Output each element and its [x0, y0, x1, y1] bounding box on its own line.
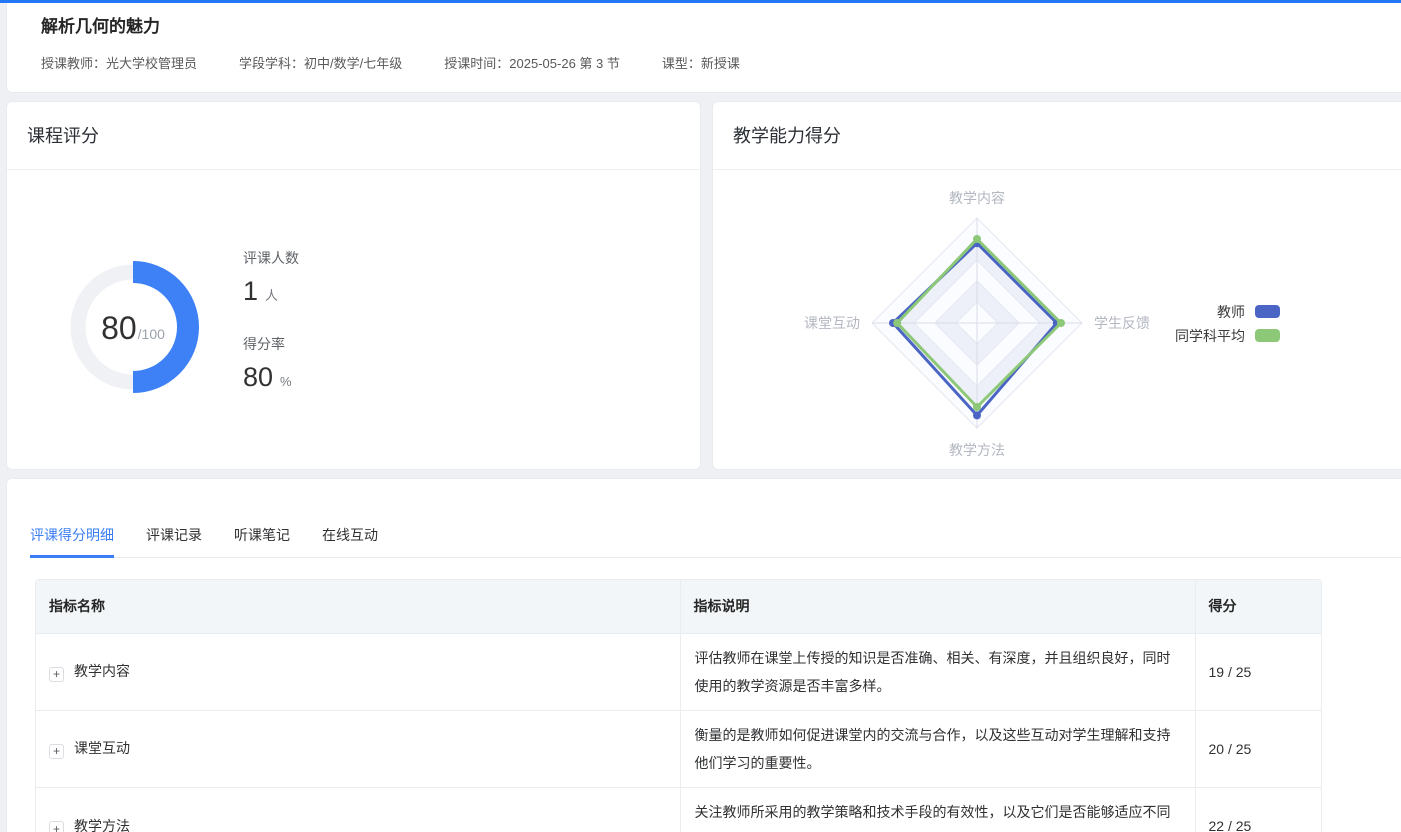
- page-title: 解析几何的魅力: [41, 12, 160, 37]
- score-stats: 评课人数 1人得分率 80%: [243, 248, 299, 396]
- teaching-ability-card: 教学能力得分 教学内容学生反馈教学方法 课堂互动 教师同学科平均: [712, 101, 1401, 470]
- radar-data-point: [973, 235, 981, 243]
- stat-suffix: %: [280, 374, 292, 389]
- tab-评课记录[interactable]: 评课记录: [146, 526, 202, 558]
- tab-bar: 评课得分明细评课记录听课笔记在线互动: [30, 526, 378, 558]
- meta-label: 授课时间：: [444, 56, 509, 71]
- meta-value: 新授课: [701, 56, 740, 71]
- course-score-card: 课程评分 80/100 评课人数 1人得分率 80%: [6, 101, 701, 470]
- column-header-score: 得分: [1195, 580, 1321, 633]
- indicator-score-cell: 19 / 25: [1195, 633, 1321, 710]
- table-row: + 课堂互动 衡量的是教师如何促进课堂内的交流与合作，以及这些互动对学生理解和支持他…: [36, 710, 1321, 787]
- stat-value: 80: [243, 362, 273, 393]
- radar-indicator-label: 学生反馈: [1094, 315, 1150, 331]
- legend-label: 教师: [1217, 302, 1245, 322]
- radar-legend: 教师同学科平均: [1175, 301, 1280, 346]
- column-header-indicator-name: 指标名称: [36, 580, 680, 633]
- radar-indicator-label: 教学方法: [949, 442, 1005, 458]
- stat-value-row: 80%: [243, 362, 299, 396]
- score-donut-chart: 80/100: [33, 227, 233, 427]
- radar-data-point: [973, 403, 981, 411]
- stat-label: 得分率: [243, 334, 299, 353]
- legend-label: 同学科平均: [1175, 326, 1245, 346]
- indicator-name: 教学内容: [74, 663, 130, 679]
- table-header-row: 指标名称 指标说明 得分: [36, 580, 1321, 633]
- detail-section-card: 评课得分明细评课记录听课笔记在线互动 指标名称 指标说明 得分 + 教学内容 评估教…: [6, 478, 1401, 832]
- expand-row-button[interactable]: +: [49, 744, 64, 759]
- meta-label: 学段学科：: [239, 56, 304, 71]
- course-header-card: 解析几何的魅力 授课教师：光大学校管理员 学段学科：初中/数学/七年级 授课时间：2…: [6, 3, 1401, 93]
- indicator-score-table: 指标名称 指标说明 得分 + 教学内容 评估教师在课堂上传授的知识是否准确、相关、有…: [35, 579, 1322, 832]
- indicator-name: 教学方法: [74, 818, 130, 832]
- legend-swatch: [1255, 305, 1280, 318]
- column-header-indicator-description: 指标说明: [680, 580, 1195, 633]
- radar-chart: 教学内容学生反馈教学方法 课堂互动: [713, 172, 1401, 471]
- course-meta-item: 授课时间：2025-05-26 第 3 节: [444, 53, 620, 72]
- meta-value: 光大学校管理员: [106, 56, 197, 71]
- course-meta-item: 课型：新授课: [662, 53, 740, 72]
- indicator-name-cell: + 教学方法: [36, 787, 680, 832]
- meta-value: 2025-05-26 第 3 节: [509, 56, 620, 71]
- course-meta-item: 学段学科：初中/数学/七年级: [239, 53, 402, 72]
- stat-label: 评课人数: [243, 248, 299, 267]
- stat-value: 1: [243, 276, 258, 307]
- score-stat: 评课人数 1人: [243, 248, 299, 310]
- tab-评课得分明细[interactable]: 评课得分明细: [30, 526, 114, 558]
- radar-data-point: [973, 411, 981, 419]
- indicator-description-cell: 关注教师所采用的教学策略和技术手段的有效性，以及它们是否能够适应不同的学习风格和…: [680, 787, 1195, 832]
- legend-swatch: [1255, 329, 1280, 342]
- radar-data-point: [893, 319, 901, 327]
- course-meta-item: 授课教师：光大学校管理员: [41, 53, 197, 72]
- table-row: + 教学方法 关注教师所采用的教学策略和技术手段的有效性，以及它们是否能够适应不同的…: [36, 787, 1321, 832]
- indicator-description-cell: 衡量的是教师如何促进课堂内的交流与合作，以及这些互动对学生理解和支持他们学习的重…: [680, 710, 1195, 787]
- stat-value-row: 1人: [243, 276, 299, 310]
- expand-row-button[interactable]: +: [49, 667, 64, 682]
- score-stat: 得分率 80%: [243, 334, 299, 396]
- course-meta-row: 授课教师：光大学校管理员 学段学科：初中/数学/七年级 授课时间：2025-05-2…: [41, 53, 740, 72]
- course-evaluation-page: { "header": { "title": "解析几何的魅力", "meta"…: [0, 0, 1401, 832]
- expand-row-button[interactable]: +: [49, 821, 64, 832]
- indicator-score-cell: 22 / 25: [1195, 787, 1321, 832]
- meta-label: 授课教师：: [41, 56, 106, 71]
- legend-item-同学科平均[interactable]: 同学科平均: [1175, 325, 1280, 346]
- radar-data-point: [1057, 319, 1065, 327]
- indicator-score-cell: 20 / 25: [1195, 710, 1321, 787]
- tab-在线互动[interactable]: 在线互动: [322, 526, 378, 558]
- tab-听课笔记[interactable]: 听课笔记: [234, 526, 290, 558]
- indicator-name-cell: + 课堂互动: [36, 710, 680, 787]
- indicator-name: 课堂互动: [74, 740, 130, 756]
- table-row: + 教学内容 评估教师在课堂上传授的知识是否准确、相关、有深度，并且组织良好，同时使…: [36, 633, 1321, 710]
- meta-label: 课型：: [662, 56, 701, 71]
- meta-value: 初中/数学/七年级: [304, 56, 402, 71]
- radar-card-title: 教学能力得分: [713, 102, 1401, 170]
- stat-suffix: 人: [265, 285, 278, 304]
- score-card-title: 课程评分: [7, 102, 700, 170]
- donut-center-value: 80/100: [101, 310, 165, 346]
- radar-indicator-label: 教学内容: [949, 190, 1005, 206]
- legend-item-教师[interactable]: 教师: [1217, 301, 1280, 322]
- radar-indicator-label: 课堂互动: [804, 315, 860, 331]
- indicator-description-cell: 评估教师在课堂上传授的知识是否准确、相关、有深度，并且组织良好，同时使用的教学资…: [680, 633, 1195, 710]
- indicator-name-cell: + 教学内容: [36, 633, 680, 710]
